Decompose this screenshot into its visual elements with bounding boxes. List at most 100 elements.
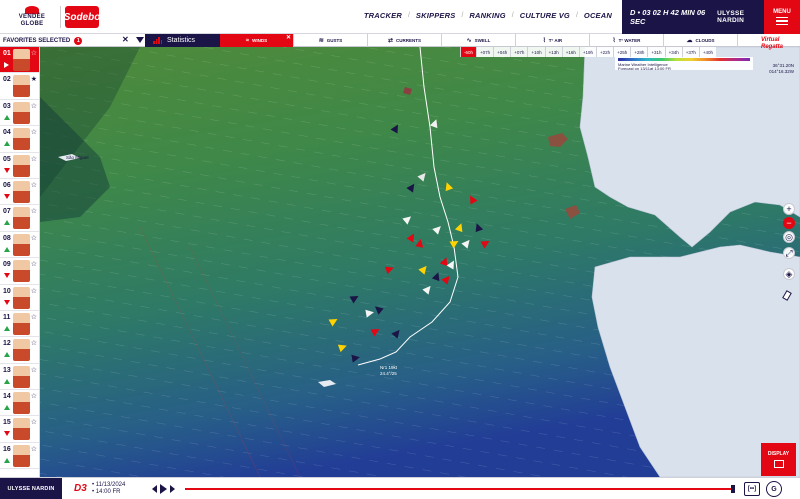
skipper-rank: 10	[3, 287, 11, 295]
vendee-globe-logo[interactable]: VENDÉE GLOBE	[6, 4, 58, 30]
favorite-star-icon[interactable]: ☆	[31, 234, 37, 242]
skipper-row[interactable]: 03 ☆	[0, 100, 39, 127]
favorite-star-icon[interactable]: ★	[31, 75, 37, 83]
display-label: DISPLAY	[767, 451, 790, 457]
live-button[interactable]: [••]	[744, 482, 760, 496]
forward-icon[interactable]	[170, 485, 175, 493]
zoom-in-button[interactable]: +	[783, 203, 795, 215]
favorite-star-icon[interactable]: ☆	[31, 339, 37, 347]
forecast-step[interactable]: +22h	[596, 47, 614, 57]
favorite-star-icon[interactable]: ☆	[31, 207, 37, 215]
skipper-row[interactable]: 08 ☆	[0, 232, 39, 259]
forecast-step[interactable]: +16h	[561, 47, 579, 57]
skipper-row[interactable]: 12 ☆	[0, 337, 39, 364]
timeline-slider[interactable]	[185, 485, 735, 493]
tab-winds[interactable]: ≈ WINDS ✕	[220, 34, 294, 47]
forecast-step[interactable]: +07h	[510, 47, 528, 57]
play-icon	[4, 62, 9, 68]
skipper-row[interactable]: 06 ☆	[0, 179, 39, 206]
forecast-step[interactable]: +28h	[630, 47, 648, 57]
share-button[interactable]: G	[766, 481, 782, 497]
vr-line-1: Virtual	[761, 37, 780, 43]
skipper-row[interactable]: 09 ☆	[0, 258, 39, 285]
forecast-step[interactable]: +10h	[527, 47, 545, 57]
skipper-row[interactable]: 13 ☆	[0, 364, 39, 391]
rank-down-icon	[4, 299, 10, 305]
skipper-row[interactable]: 05 ☆	[0, 153, 39, 179]
forecast-step[interactable]: +34h	[664, 47, 682, 57]
layer-icon: ≋	[318, 38, 324, 44]
tab-clouds[interactable]: ☁ CLOUDS	[664, 34, 738, 47]
forecast-step[interactable]: +40h	[698, 47, 716, 57]
forecast-step[interactable]: +07h	[476, 47, 494, 57]
favorite-star-icon[interactable]: ☆	[31, 181, 37, 189]
forecast-step[interactable]: +04h	[493, 47, 511, 57]
forecast-step[interactable]: +31h	[647, 47, 665, 57]
longitude-readout: 014°16.32W	[769, 69, 794, 74]
menu-button[interactable]: MENU	[764, 0, 800, 34]
skipper-row[interactable]: 11 ☆	[0, 311, 39, 338]
forecast-step[interactable]: +37h	[681, 47, 699, 57]
display-button[interactable]: DISPLAY	[761, 443, 796, 476]
favorite-star-icon[interactable]: ☆	[31, 128, 37, 136]
layers-icon[interactable]: ◈	[783, 268, 795, 280]
favorite-star-icon[interactable]: ☆	[31, 445, 37, 453]
skipper-row[interactable]: 04 ☆	[0, 126, 39, 153]
play-icon[interactable]	[160, 484, 167, 494]
nav-skippers[interactable]: SKIPPERS	[416, 11, 456, 20]
nav-ranking[interactable]: RANKING	[469, 11, 505, 20]
favorite-star-icon[interactable]: ☆	[31, 102, 37, 110]
tab-t-air[interactable]: ⌇ T° AIR	[516, 34, 590, 47]
skipper-row[interactable]: 15 ☆	[0, 416, 39, 443]
skipper-row[interactable]: 02 ★	[0, 73, 39, 100]
sponsor-logo[interactable]: Sodebo	[64, 6, 100, 28]
skipper-row[interactable]: 07 ☆	[0, 205, 39, 232]
skipper-rank: 07	[3, 208, 11, 216]
skipper-row[interactable]: 01 ☆	[0, 47, 39, 74]
logo-line-1: VENDÉE	[18, 14, 46, 20]
favorite-star-icon[interactable]: ☆	[31, 260, 37, 268]
weather-map[interactable]	[40, 47, 800, 477]
favorite-star-icon[interactable]: ☆	[31, 49, 37, 57]
timeline-handle[interactable]	[731, 485, 735, 493]
favorite-star-icon[interactable]: ☆	[31, 392, 37, 400]
place-label-sao-miguel: São Miguel	[66, 155, 89, 160]
tab-t-water[interactable]: ⌇ T° WATER	[590, 34, 664, 47]
forecast-step[interactable]: +19h	[578, 47, 596, 57]
skipper-row[interactable]: 10 ☆	[0, 285, 39, 311]
skipper-avatar	[13, 260, 30, 283]
virtual-regatta-logo[interactable]: Virtual Regatta	[761, 37, 798, 57]
tab-currents[interactable]: ⇄ CURRENTS	[368, 34, 442, 47]
skipper-row[interactable]: 16 ☆	[0, 443, 39, 470]
skipper-avatar	[13, 207, 30, 230]
fullscreen-icon[interactable]: ⤢	[783, 247, 795, 259]
forecast-step[interactable]: -60h	[460, 47, 477, 57]
rewind-icon[interactable]	[152, 485, 157, 493]
close-layer-icon[interactable]: ✕	[286, 34, 291, 41]
favorite-star-icon[interactable]: ☆	[31, 155, 37, 163]
skipper-row[interactable]: 14 ☆	[0, 390, 39, 417]
nav-ocean[interactable]: OCEAN	[584, 11, 612, 20]
tab-gusts[interactable]: ≋ GUSTS	[294, 34, 368, 47]
forecast-step[interactable]: +25h	[613, 47, 631, 57]
center-icon[interactable]: ◎	[783, 231, 795, 243]
clear-favorites-icon[interactable]: ✕	[122, 36, 129, 44]
forecast-step[interactable]: +13h	[544, 47, 562, 57]
layer-icon: ⌇	[612, 38, 616, 44]
nav-tracker[interactable]: TRACKER	[364, 11, 402, 20]
favorite-star-icon[interactable]: ☆	[31, 418, 37, 426]
filter-icon[interactable]	[136, 37, 144, 43]
tab-swell[interactable]: ∿ SWELL	[442, 34, 516, 47]
skipper-avatar	[13, 180, 30, 203]
zoom-out-button[interactable]: −	[783, 217, 795, 229]
nav-culture-vg[interactable]: CULTURE VG	[520, 11, 570, 20]
statistics-button[interactable]: Statistics	[145, 34, 220, 47]
favorites-selected[interactable]: FAVORITES SELECTED 1 ✕	[0, 34, 145, 47]
rank-up-icon	[4, 246, 10, 252]
favorite-star-icon[interactable]: ☆	[31, 287, 37, 295]
favorite-star-icon[interactable]: ☆	[31, 366, 37, 374]
top-bar: VENDÉE GLOBE Sodebo TRACKER / SKIPPERS /…	[0, 0, 800, 34]
favorite-star-icon[interactable]: ☆	[31, 313, 37, 321]
timer-brand: ULYSSE NARDIN	[717, 10, 745, 24]
layer-icon: ⌇	[542, 38, 546, 44]
